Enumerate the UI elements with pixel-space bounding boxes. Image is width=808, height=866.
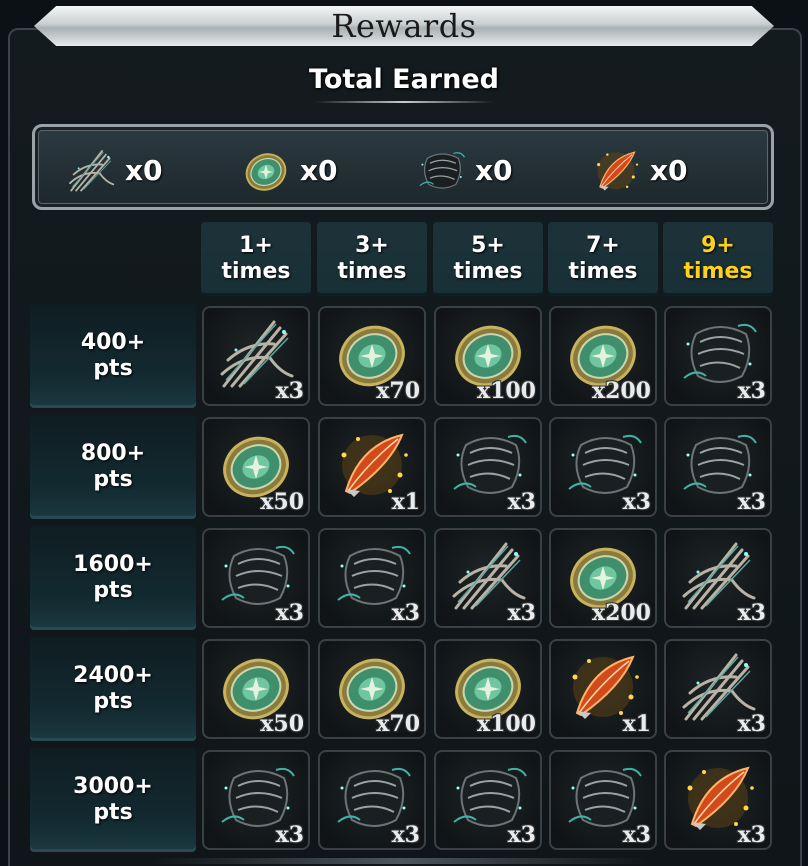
title-banner: Rewards (34, 6, 774, 46)
bottom-divider (150, 858, 650, 864)
column-header-7plus-times: 7+ times (548, 222, 658, 296)
reward-cell[interactable]: x3 (664, 750, 772, 850)
column-unit: times (337, 259, 407, 284)
reward-cell[interactable]: x3 (434, 417, 542, 517)
column-threshold: 7+ (586, 233, 620, 258)
total-count: x0 (475, 153, 513, 187)
reward-cell[interactable]: x100 (434, 639, 542, 739)
heading-divider (314, 101, 494, 103)
row-threshold: 2400+ (73, 663, 153, 688)
reward-quantity: x3 (737, 822, 766, 848)
row-unit: pts (93, 578, 133, 603)
column-header-1plus-times: 1+ times (201, 222, 311, 296)
reward-cell[interactable]: x200 (549, 306, 657, 406)
reward-quantity: x100 (476, 711, 536, 737)
total-earned-heading: Total Earned (308, 64, 499, 95)
reward-cell[interactable]: x3 (318, 750, 426, 850)
reward-quantity: x3 (391, 600, 420, 626)
reward-quantity: x70 (376, 711, 420, 737)
row-unit: pts (93, 356, 133, 381)
reward-quantity: x3 (507, 489, 536, 515)
column-unit: times (568, 259, 638, 284)
reward-quantity: x3 (391, 822, 420, 848)
reward-quantity: x3 (737, 378, 766, 404)
column-header-3plus-times: 3+ times (317, 222, 427, 296)
column-threshold: 5+ (471, 233, 505, 258)
reward-cell[interactable]: x3 (202, 306, 310, 406)
total-count: x0 (650, 153, 688, 187)
reward-cell[interactable]: x3 (664, 528, 772, 628)
total-count: x0 (300, 153, 338, 187)
reward-cell[interactable]: x70 (318, 306, 426, 406)
orange-feather-icon (590, 146, 642, 194)
column-unit: times (683, 259, 753, 284)
row-threshold: 1600+ (73, 552, 153, 577)
row-header-1600plus-pts: 1600+ pts (30, 526, 196, 630)
reward-quantity: x3 (737, 600, 766, 626)
reward-quantity: x1 (391, 489, 420, 515)
row-header-2400plus-pts: 2400+ pts (30, 637, 196, 741)
row-header-800plus-pts: 800+ pts (30, 415, 196, 519)
reward-quantity: x3 (275, 822, 304, 848)
reward-cell[interactable]: x1 (318, 417, 426, 517)
row-unit: pts (93, 689, 133, 714)
page-title: Rewards (331, 7, 477, 45)
feather-wing-icon (65, 146, 117, 194)
reward-cell[interactable]: x3 (664, 639, 772, 739)
total-item: x0 (65, 145, 163, 195)
reward-cell[interactable]: x3 (434, 750, 542, 850)
reward-quantity: x3 (275, 378, 304, 404)
reward-quantity: x3 (507, 600, 536, 626)
total-item: x0 (415, 145, 513, 195)
totals-bar: x0 x0 x0 x0 (32, 124, 774, 210)
column-header-5plus-times: 5+ times (433, 222, 543, 296)
row-unit: pts (93, 467, 133, 492)
row-threshold: 3000+ (73, 774, 153, 799)
column-unit: times (453, 259, 523, 284)
row-unit: pts (93, 800, 133, 825)
reward-cell[interactable]: x100 (434, 306, 542, 406)
reward-cell[interactable]: x1 (549, 639, 657, 739)
total-item: x0 (240, 145, 338, 195)
row-header-3000plus-pts: 3000+ pts (30, 748, 196, 852)
reward-quantity: x50 (260, 711, 304, 737)
reward-quantity: x50 (260, 489, 304, 515)
dark-crest-icon (415, 146, 467, 194)
reward-quantity: x3 (275, 600, 304, 626)
reward-quantity: x3 (507, 822, 536, 848)
reward-cell[interactable]: x50 (202, 417, 310, 517)
reward-cell[interactable]: x200 (549, 528, 657, 628)
reward-quantity: x200 (591, 378, 651, 404)
reward-cell[interactable]: x3 (664, 417, 772, 517)
column-threshold: 1+ (239, 233, 273, 258)
reward-quantity: x3 (622, 489, 651, 515)
row-threshold: 400+ (80, 330, 146, 355)
reward-quantity: x3 (737, 489, 766, 515)
column-threshold: 3+ (355, 233, 389, 258)
reward-cell[interactable]: x3 (434, 528, 542, 628)
reward-quantity: x100 (476, 378, 536, 404)
reward-cell[interactable]: x3 (549, 750, 657, 850)
column-header-9plus-times: 9+ times (663, 222, 773, 296)
reward-cell[interactable]: x3 (664, 306, 772, 406)
reward-cell[interactable]: x3 (202, 528, 310, 628)
reward-cell[interactable]: x70 (318, 639, 426, 739)
column-threshold: 9+ (701, 233, 735, 258)
reward-cell[interactable]: x3 (318, 528, 426, 628)
reward-quantity: x3 (622, 822, 651, 848)
reward-quantity: x3 (737, 711, 766, 737)
reward-quantity: x1 (622, 711, 651, 737)
total-item: x0 (590, 145, 688, 195)
reward-quantity: x200 (591, 600, 651, 626)
green-coin-icon (240, 146, 292, 194)
reward-quantity: x70 (376, 378, 420, 404)
column-unit: times (221, 259, 291, 284)
row-threshold: 800+ (80, 441, 146, 466)
total-count: x0 (125, 153, 163, 187)
reward-cell[interactable]: x50 (202, 639, 310, 739)
row-header-400plus-pts: 400+ pts (30, 304, 196, 408)
reward-cell[interactable]: x3 (549, 417, 657, 517)
reward-cell[interactable]: x3 (202, 750, 310, 850)
